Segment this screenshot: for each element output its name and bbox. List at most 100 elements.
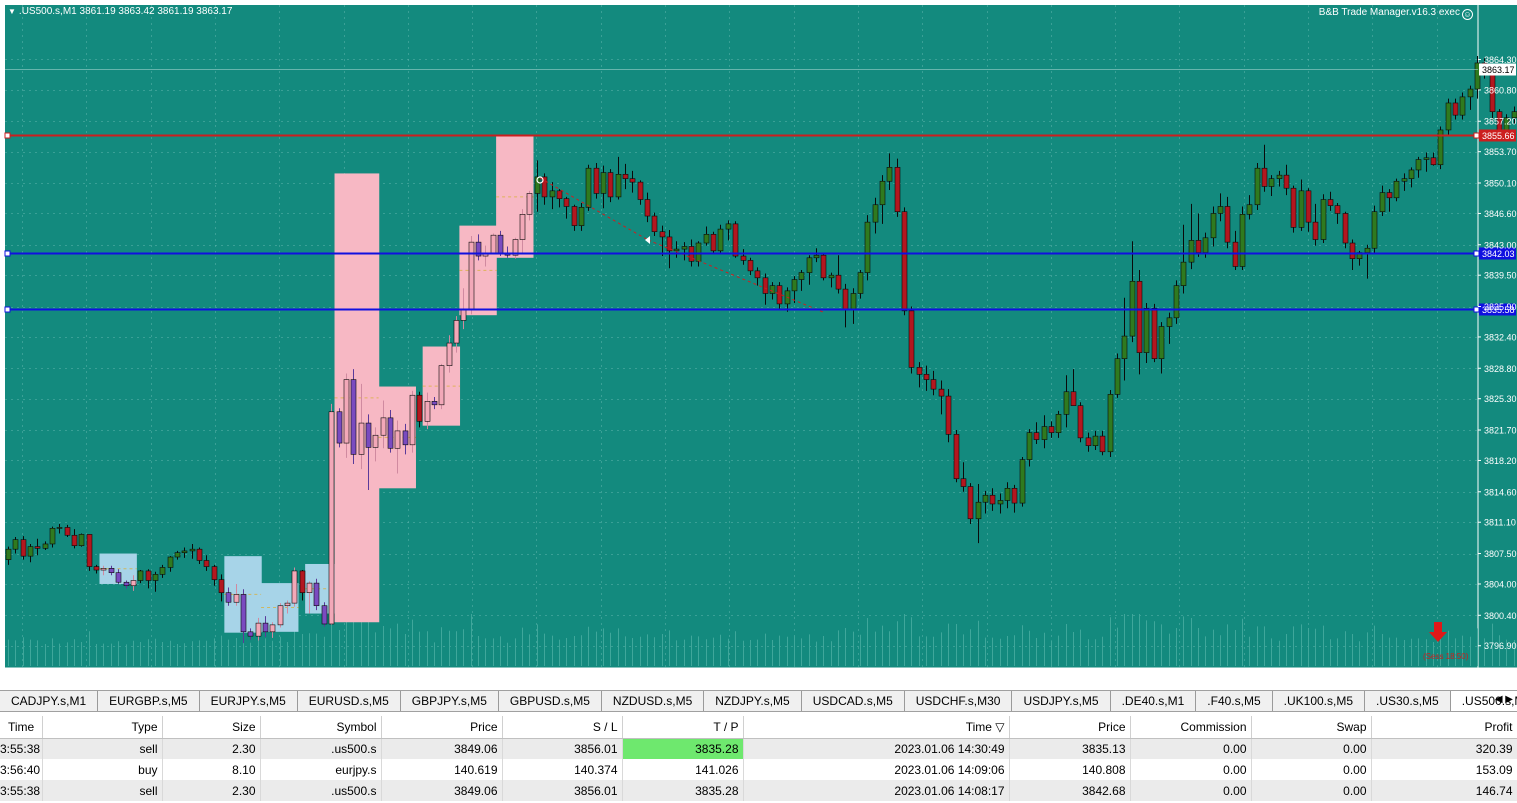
table-cell: 153.09 bbox=[1371, 759, 1517, 780]
line-handle-right[interactable] bbox=[1473, 132, 1480, 139]
table-cell: 140.619 bbox=[381, 759, 503, 780]
time-tick-label: 6 Jan 13:12 bbox=[191, 672, 238, 682]
column-header[interactable]: Commission bbox=[1130, 716, 1252, 739]
line-handle-left[interactable] bbox=[4, 306, 11, 313]
candle-bear bbox=[629, 178, 636, 183]
symbol-tab[interactable]: .US30.s,M5 bbox=[1365, 691, 1451, 711]
column-header[interactable]: Symbol bbox=[260, 716, 382, 739]
symbol-tab[interactable]: .UK100.s,M5 bbox=[1273, 691, 1366, 711]
candlestick-chart-canvas[interactable]: 3855.663842.033835.583863.173864.303860.… bbox=[0, 0, 1517, 688]
table-row[interactable]: 3:55:38 sell 2.30 .us500.s 3849.06 3856.01 383… bbox=[0, 738, 1517, 759]
symbol-tab[interactable]: USDJPY.s,M5 bbox=[1012, 691, 1111, 711]
time-tick-label: 6 Jan 14:40 bbox=[898, 672, 945, 682]
candle-bear bbox=[211, 566, 218, 580]
chart-header: ▼ .US500.s,M1 3861.19 3863.42 3861.19 386… bbox=[8, 6, 232, 17]
candle-bear bbox=[747, 260, 754, 272]
candle-bull bbox=[233, 594, 240, 603]
candle-bear bbox=[916, 367, 923, 375]
chart-menu-triangle-icon[interactable]: ▼ bbox=[8, 7, 16, 16]
symbol-tab[interactable]: CADJPY.s,M1 bbox=[0, 691, 99, 711]
candle-bull bbox=[438, 365, 445, 406]
column-header[interactable]: Profit bbox=[1371, 716, 1517, 739]
candle-bear bbox=[1099, 435, 1106, 453]
candle-bull bbox=[343, 379, 350, 444]
table-cell: 3842.68 bbox=[1009, 780, 1131, 801]
symbol-tab[interactable]: EURUSD.s,M5 bbox=[298, 691, 401, 711]
column-header[interactable]: Time bbox=[0, 716, 43, 739]
candle-bull bbox=[1158, 326, 1165, 359]
candle-bear bbox=[431, 401, 438, 406]
candle-bull bbox=[358, 422, 365, 455]
table-cell: 0.00 bbox=[1251, 759, 1372, 780]
column-header[interactable]: T / P bbox=[622, 716, 744, 739]
candle-bull bbox=[585, 167, 592, 208]
candle-bull bbox=[56, 527, 63, 529]
candle-bear bbox=[637, 181, 644, 200]
candle-bear bbox=[930, 379, 937, 390]
candle-bear bbox=[1077, 405, 1084, 439]
price-chart[interactable]: 3855.66 3842.03 3835.58 3863.17 3864.30 3860.… bbox=[0, 0, 1517, 688]
candle-bull bbox=[137, 570, 144, 581]
candle-bull bbox=[1180, 261, 1187, 286]
symbol-tab[interactable]: NZDUSD.s,M5 bbox=[602, 691, 705, 711]
column-header[interactable]: Time ▽ bbox=[743, 716, 1010, 739]
table-cell: 3835.28 bbox=[622, 780, 744, 801]
symbol-tab[interactable]: EURJPY.s,M5 bbox=[200, 691, 298, 711]
candle-bear bbox=[989, 494, 996, 505]
candle-bear bbox=[218, 579, 225, 593]
column-header[interactable]: Type bbox=[42, 716, 163, 739]
candle-bear bbox=[1085, 437, 1092, 446]
symbol-tab[interactable]: NZDJPY.s,M5 bbox=[704, 691, 802, 711]
candle-bear bbox=[740, 255, 747, 261]
candle-bull bbox=[1121, 335, 1128, 359]
column-header[interactable]: Price bbox=[381, 716, 503, 739]
candle-bear bbox=[659, 231, 666, 238]
line-handle-right[interactable] bbox=[1473, 306, 1480, 313]
column-header[interactable]: Size bbox=[162, 716, 261, 739]
candle-bull bbox=[615, 173, 622, 198]
candle-bull bbox=[1423, 157, 1430, 160]
table-cell: 140.808 bbox=[1009, 759, 1131, 780]
candle-bull bbox=[1026, 432, 1033, 460]
symbol-tab[interactable]: USDCHF.s,M30 bbox=[905, 691, 1013, 711]
symbol-tab[interactable]: .DE40.s,M1 bbox=[1111, 691, 1197, 711]
candle-bear bbox=[145, 570, 152, 581]
column-header[interactable]: Price bbox=[1009, 716, 1131, 739]
symbol-tab[interactable]: .F40.s,M5 bbox=[1196, 691, 1273, 711]
candle-bull bbox=[864, 221, 871, 273]
symbol-tab[interactable]: GBPUSD.s,M5 bbox=[499, 691, 602, 711]
table-row[interactable]: 3:56:40 buy 8.10 eurjpy.s 140.619 140.374 141.… bbox=[0, 759, 1517, 780]
candle-bear bbox=[108, 568, 115, 573]
line-handle-left[interactable] bbox=[4, 250, 11, 257]
line-handle-right[interactable] bbox=[1473, 250, 1480, 257]
time-tick-label: 6 Jan 15:44 bbox=[1413, 672, 1460, 682]
column-header[interactable]: S / L bbox=[502, 716, 623, 739]
table-cell: 3856.01 bbox=[502, 738, 623, 759]
candle-bull bbox=[468, 241, 475, 311]
symbol-tab[interactable]: USDCAD.s,M5 bbox=[802, 691, 905, 711]
column-header[interactable]: Swap bbox=[1251, 716, 1372, 739]
candle-bull bbox=[130, 580, 137, 587]
table-row[interactable]: 3:55:38 sell 2.30 .us500.s 3849.06 3856.01 383… bbox=[0, 780, 1517, 801]
candle-bear bbox=[820, 254, 827, 279]
expert-advisor-label: B&B Trade Manager.v16.3 exec ☺ bbox=[1319, 7, 1473, 20]
price-tick-label: 3857.20 bbox=[1484, 117, 1517, 127]
candle-bear bbox=[336, 411, 343, 444]
symbol-tab[interactable]: GBPJPY.s,M5 bbox=[401, 691, 499, 711]
line-handle-left[interactable] bbox=[4, 132, 11, 139]
table-cell: .us500.s bbox=[260, 780, 382, 801]
candle-bull bbox=[1239, 214, 1246, 267]
candle-bear bbox=[1195, 240, 1202, 253]
candle-bull bbox=[806, 257, 813, 273]
candle-bull bbox=[27, 546, 34, 557]
tab-scroll-arrows-icon[interactable]: ◀ ▶ bbox=[1495, 694, 1513, 705]
candle-bear bbox=[644, 199, 651, 217]
candle-bear bbox=[225, 592, 232, 603]
symbol-tab[interactable]: EURGBP.s,M5 bbox=[98, 691, 200, 711]
candle-bear bbox=[20, 539, 27, 557]
candle-bull bbox=[673, 248, 680, 252]
candle-bear bbox=[71, 534, 78, 547]
candle-bull bbox=[975, 501, 982, 520]
candle-bear bbox=[1430, 157, 1437, 166]
candle-bear bbox=[651, 215, 658, 233]
